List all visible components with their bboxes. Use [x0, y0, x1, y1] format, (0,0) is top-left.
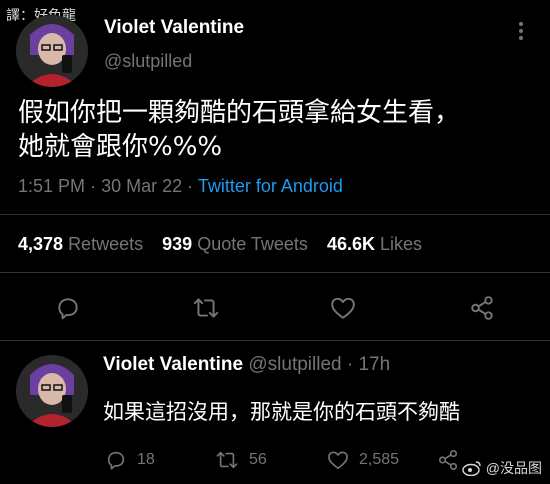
reply-action-retweet[interactable]: 56	[215, 449, 267, 471]
share-icon[interactable]	[437, 449, 459, 471]
like-icon	[327, 450, 349, 470]
divider	[0, 214, 550, 215]
more-icon[interactable]	[514, 20, 528, 42]
divider	[0, 272, 550, 273]
reply-header: Violet Valentine @slutpilled · 17h	[103, 354, 390, 376]
reply-action-like[interactable]: 2,585	[327, 450, 399, 470]
reply-avatar-image	[16, 355, 88, 427]
reply-action-reply[interactable]: 18	[105, 449, 155, 471]
likes-stat[interactable]: 46.6K Likes	[327, 234, 422, 254]
quotes-stat[interactable]: 939 Quote Tweets	[162, 234, 313, 254]
retweets-stat[interactable]: 4,378 Retweets	[18, 234, 148, 254]
reply-avatar[interactable]	[16, 355, 88, 427]
retweets-label: Retweets	[68, 234, 144, 254]
site-watermark-text: @没品图	[485, 460, 542, 476]
tweet-meta: 1:51 PM · 30 Mar 22 · Twitter for Androi…	[18, 176, 343, 197]
retweet-icon[interactable]	[192, 295, 220, 321]
tweet-time[interactable]: 1:51 PM	[18, 176, 85, 196]
retweets-count: 4,378	[18, 234, 64, 254]
reply-like-count: 2,585	[359, 451, 400, 468]
reply-retweet-count: 56	[249, 451, 267, 468]
reply-icon	[105, 449, 127, 471]
like-icon[interactable]	[330, 296, 356, 320]
quotes-label: Quote Tweets	[197, 234, 308, 254]
reply-icon[interactable]	[55, 295, 81, 321]
avatar-image	[16, 15, 88, 87]
tweet-author-name[interactable]: Violet Valentine	[104, 17, 244, 39]
likes-count: 46.6K	[326, 234, 375, 254]
tweet-author-handle[interactable]: @slutpilled	[104, 51, 192, 72]
tweet-date[interactable]: 30 Mar 22	[101, 176, 182, 196]
tweet-source-link[interactable]: Twitter for Android	[198, 176, 343, 196]
meta-separator: ·	[90, 176, 97, 196]
reply-separator: ·	[346, 354, 354, 375]
reply-author-name[interactable]: Violet Valentine	[103, 354, 243, 375]
divider	[0, 340, 550, 341]
reply-count: 18	[137, 451, 155, 468]
tweet-text: 假如你把一顆夠酷的石頭拿給女生看， 她就會跟你%%%	[18, 96, 460, 164]
likes-label: Likes	[380, 234, 423, 254]
weibo-icon	[462, 460, 482, 476]
quotes-count: 939	[162, 234, 193, 254]
retweet-icon	[215, 449, 239, 471]
tweet-stats: 4,378 Retweets 939 Quote Tweets 46.6K Li…	[18, 234, 422, 255]
avatar[interactable]	[16, 15, 88, 87]
share-icon[interactable]	[469, 295, 495, 321]
reply-age[interactable]: 17h	[358, 354, 390, 375]
reply-author-handle[interactable]: @slutpilled	[248, 354, 341, 375]
meta-separator: ·	[187, 176, 194, 196]
tweet-text-line-1: 假如你把一顆夠酷的石頭拿給女生看，	[18, 98, 461, 128]
reply-text: 如果這招沒用，那就是你的石頭不夠酷	[103, 400, 460, 424]
site-watermark: @没品图	[462, 458, 542, 478]
tweet-text-line-2: 她就會跟你%%%	[18, 132, 223, 162]
